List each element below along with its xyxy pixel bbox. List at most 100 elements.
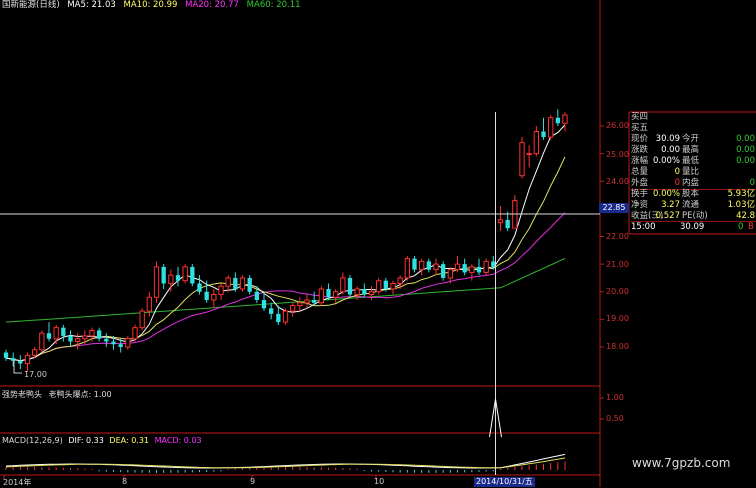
candle-body — [254, 291, 259, 301]
candle-body — [89, 329, 95, 337]
date-axis-label: 9 — [250, 477, 256, 486]
candle-body — [419, 260, 425, 271]
candle-body — [354, 288, 360, 296]
quote-row: 涨幅 0.00% 最低 0.00 — [631, 156, 755, 166]
price-axis-label: 26.00 — [606, 121, 629, 130]
candle-body — [18, 360, 23, 364]
candle-body — [261, 300, 267, 309]
candle-body — [476, 266, 482, 273]
indicator1-axis-label: 0.50 — [606, 414, 624, 423]
candle-body — [39, 332, 45, 351]
candle-body — [218, 285, 224, 296]
candle-body — [125, 338, 131, 348]
indicator1-label: 强势老鸭头 老鸭头爆点: 1.00 — [2, 390, 112, 399]
candle-body — [290, 305, 296, 312]
macd-dea-line — [5, 457, 566, 469]
order-book-buy5: 买五 — [631, 123, 649, 133]
price-axis-label: 21.00 — [606, 260, 629, 269]
candle-body — [239, 277, 246, 290]
candle-body — [548, 117, 554, 138]
macd-dif-line — [5, 453, 566, 469]
candle-body — [297, 302, 303, 307]
candle-body — [139, 310, 145, 329]
candle-body — [390, 282, 396, 290]
candle-body — [68, 335, 73, 342]
candle-body — [318, 288, 324, 304]
candle-body — [312, 300, 317, 303]
candle-body — [526, 153, 532, 156]
candle-body — [182, 266, 188, 282]
quote-row: 外盘 0 内盘 0 — [631, 178, 755, 188]
order-book-buy4: 买四 — [631, 112, 649, 122]
candle-body — [204, 291, 209, 301]
candle-body — [190, 266, 195, 284]
quote-row: 净资 3.27 流通 1.03亿 — [631, 200, 755, 210]
candle-body — [491, 261, 496, 267]
ma20-line — [5, 212, 566, 362]
candle-body — [225, 277, 231, 287]
candle-body — [519, 142, 525, 177]
candle-body — [376, 280, 382, 293]
candle-body — [447, 269, 453, 279]
candle-body — [426, 261, 431, 270]
candle-body — [304, 299, 310, 304]
candle-body — [11, 358, 16, 361]
watermark: www.7gpzb.com — [632, 456, 731, 470]
date-axis-label: 8 — [122, 477, 128, 486]
candle-body — [276, 313, 281, 323]
date-axis-label: 10 — [374, 477, 385, 486]
candle-body — [269, 308, 274, 314]
candle-body — [412, 258, 417, 270]
candle-body — [462, 264, 467, 273]
candlestick-chart[interactable] — [0, 0, 756, 487]
price-axis-label: 18.00 — [606, 342, 629, 351]
candle-body — [111, 341, 116, 345]
candle-body — [153, 266, 160, 298]
candle-body — [562, 114, 568, 124]
candle-body — [3, 352, 9, 359]
candle-body — [75, 338, 81, 342]
candle-body — [541, 131, 546, 138]
indicator1-axis-label: 1.00 — [606, 393, 624, 402]
price-axis-label: 20.00 — [606, 287, 629, 296]
candle-body — [533, 131, 539, 155]
candle-body — [175, 275, 181, 281]
candle-body — [333, 291, 339, 298]
candle-body — [211, 294, 217, 301]
candle-body — [24, 354, 31, 365]
candle-body — [483, 260, 489, 273]
quote-row: 现价 30.09 今开 0.00 — [631, 134, 755, 144]
price-axis-label: 19.00 — [606, 314, 629, 323]
candle-body — [132, 327, 138, 340]
candle-body — [368, 291, 375, 296]
price-axis-label: 25.00 — [606, 150, 629, 159]
candle-body — [347, 277, 353, 295]
candle-body — [497, 219, 504, 224]
price-axis-label: 22.00 — [606, 232, 629, 241]
ma5-line — [5, 124, 566, 362]
candle-body — [168, 274, 174, 284]
candle-body — [53, 327, 59, 340]
candle-body — [118, 344, 123, 347]
quote-panel: 买四 买五 现价 30.09 今开 0.00 涨跌 0.00 最高 0.00 涨幅 0.00% 最低… — [630, 112, 756, 232]
candle-body — [197, 283, 202, 292]
candle-body — [282, 310, 289, 323]
candle-body — [104, 338, 109, 342]
candle-body — [82, 335, 88, 340]
price-axis-label: 24.00 — [606, 177, 629, 186]
candle-body — [454, 263, 461, 271]
low-price-marker: 17.00 — [24, 370, 47, 379]
candle-body — [433, 263, 439, 271]
cursor-date-label: 2014/10/31/五 — [474, 477, 535, 487]
candle-body — [383, 280, 388, 289]
quote-row: 涨跌 0.00 最高 0.00 — [631, 145, 755, 155]
candle-body — [326, 288, 331, 298]
candle-body — [161, 266, 166, 284]
date-axis-label: 2014年 — [3, 478, 32, 487]
quote-row: 总量 0 量比 — [631, 167, 700, 177]
candle-body — [505, 219, 510, 229]
candle-body — [32, 349, 38, 356]
candle-body — [146, 296, 152, 312]
crosshair-price-label: 22.85 — [599, 203, 629, 213]
candle-body — [233, 277, 238, 289]
